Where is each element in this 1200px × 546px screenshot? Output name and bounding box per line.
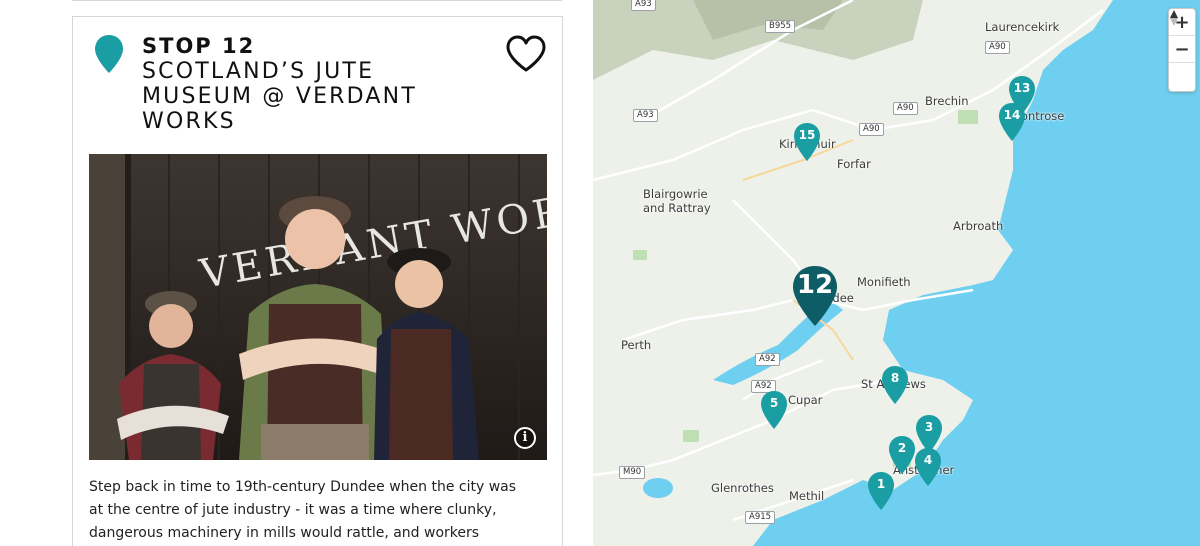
marker-label: 15 xyxy=(798,128,816,142)
map-marker[interactable]: 14 xyxy=(998,102,1026,142)
marker-label: 8 xyxy=(890,371,900,385)
place-label: Cupar xyxy=(788,393,823,407)
road-shield: A915 xyxy=(745,511,776,524)
road-shield: A90 xyxy=(859,123,884,136)
marker-label: 1 xyxy=(876,477,886,491)
stop-photo: VERDANT WORKS i xyxy=(89,154,547,460)
marker-label: 4 xyxy=(923,453,933,467)
stop-number: STOP 12 xyxy=(142,34,256,58)
place-label: Laurencekirk xyxy=(985,20,1060,34)
place-label: Glenrothes xyxy=(711,481,774,495)
place-label: Perth xyxy=(621,338,652,352)
compass-icon xyxy=(1170,10,1178,26)
marker-label: 12 xyxy=(796,270,834,300)
map-marker[interactable]: 5 xyxy=(760,390,788,430)
map-marker[interactable]: 2 xyxy=(888,435,916,475)
road-shield: M90 xyxy=(619,466,646,479)
road-shield: A90 xyxy=(893,102,918,115)
map-marker[interactable]: 4 xyxy=(914,447,942,487)
road-shield: A90 xyxy=(985,41,1010,54)
stop-card: STOP 12 SCOTLAND’S JUTE MUSEUM @ VERDANT… xyxy=(72,16,563,546)
place-label: Brechin xyxy=(925,94,969,108)
marker-label: 2 xyxy=(897,441,907,455)
map-marker[interactable]: 1 xyxy=(867,471,895,511)
info-icon: i xyxy=(522,430,528,445)
place-label: Blairgowrie and Rattray xyxy=(643,187,711,215)
place-label: Arbroath xyxy=(953,219,1004,233)
favourite-button[interactable] xyxy=(505,35,547,73)
zoom-out-button[interactable]: − xyxy=(1169,36,1195,63)
map-marker[interactable]: 8 xyxy=(881,365,909,405)
marker-label: 3 xyxy=(924,420,934,434)
stop-description: Step back in time to 19th-century Dundee… xyxy=(89,479,517,541)
info-button[interactable]: i xyxy=(514,427,536,449)
place-label: Forfar xyxy=(837,157,871,171)
road-shield: B955 xyxy=(765,20,796,33)
divider xyxy=(72,0,562,1)
compass-button[interactable] xyxy=(1169,10,1195,91)
road-shield: A92 xyxy=(755,353,780,366)
place-label: Methil xyxy=(789,489,825,503)
map-marker-featured[interactable]: 12 xyxy=(791,264,839,328)
map-zoom-controls: + − xyxy=(1168,8,1196,92)
place-label: Monifieth xyxy=(857,275,911,289)
marker-label: 5 xyxy=(769,396,779,410)
map-pin-icon xyxy=(94,34,124,74)
map-marker[interactable]: 15 xyxy=(793,122,821,162)
road-shield: A93 xyxy=(633,109,658,122)
road-shield: A93 xyxy=(631,0,656,11)
map[interactable]: Laurencekirk Brechin Montrose Kirriemuir… xyxy=(593,0,1200,546)
marker-label: 13 xyxy=(1013,81,1031,95)
marker-label: 14 xyxy=(1003,108,1021,122)
stop-title: SCOTLAND’S JUTE MUSEUM @ VERDANT WORKS xyxy=(142,59,417,134)
heart-icon xyxy=(506,35,546,72)
